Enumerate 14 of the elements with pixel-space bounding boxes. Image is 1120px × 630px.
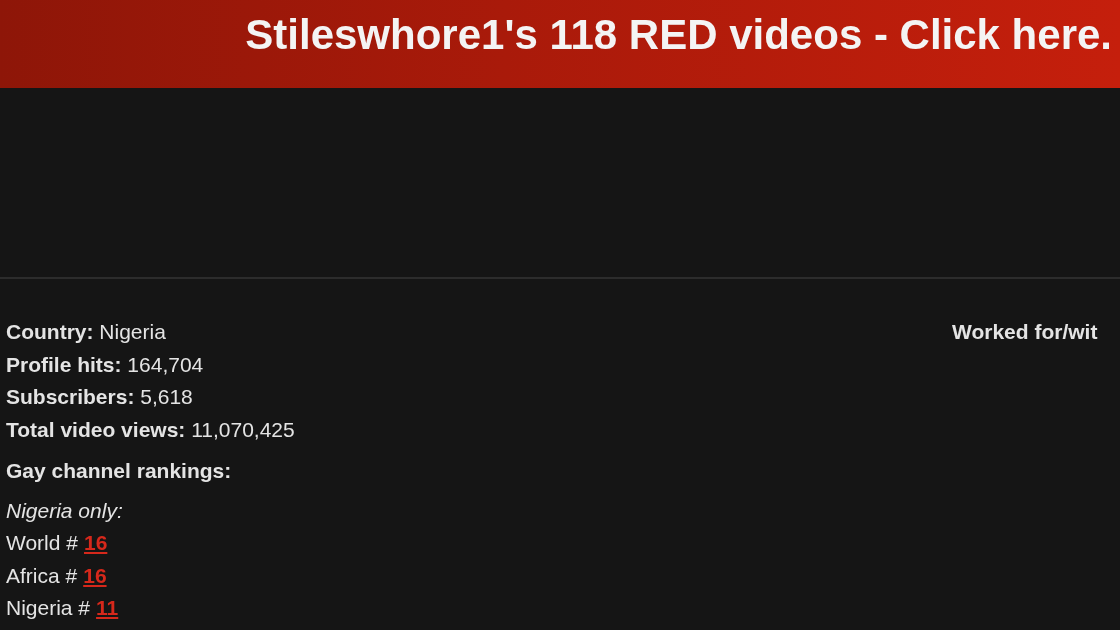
ranking-label: Nigeria # [6,595,91,621]
rank-link[interactable]: 11 [96,592,119,625]
worked-with-heading: Worked for/wit [952,319,1098,345]
rank-link[interactable]: 16 [83,559,107,592]
rankings-scope: Nigeria only: [6,497,123,524]
rankings-heading: Gay channel rankings: [6,458,232,484]
profile-stat: Country: Nigeria [6,319,166,345]
rank-link[interactable]: 16 [84,527,108,560]
ranking-label: Africa # [6,562,78,589]
profile-stat: Subscribers: 5,618 [6,384,193,410]
promo-banner[interactable]: Stileswhore1's 118 RED videos - Click here. [0,0,1120,88]
profile-stat: Profile hits: 164,704 [6,351,204,378]
profile-stat: Total video views: 11,070,425 [6,416,295,443]
ranking-label: World # [6,530,78,556]
